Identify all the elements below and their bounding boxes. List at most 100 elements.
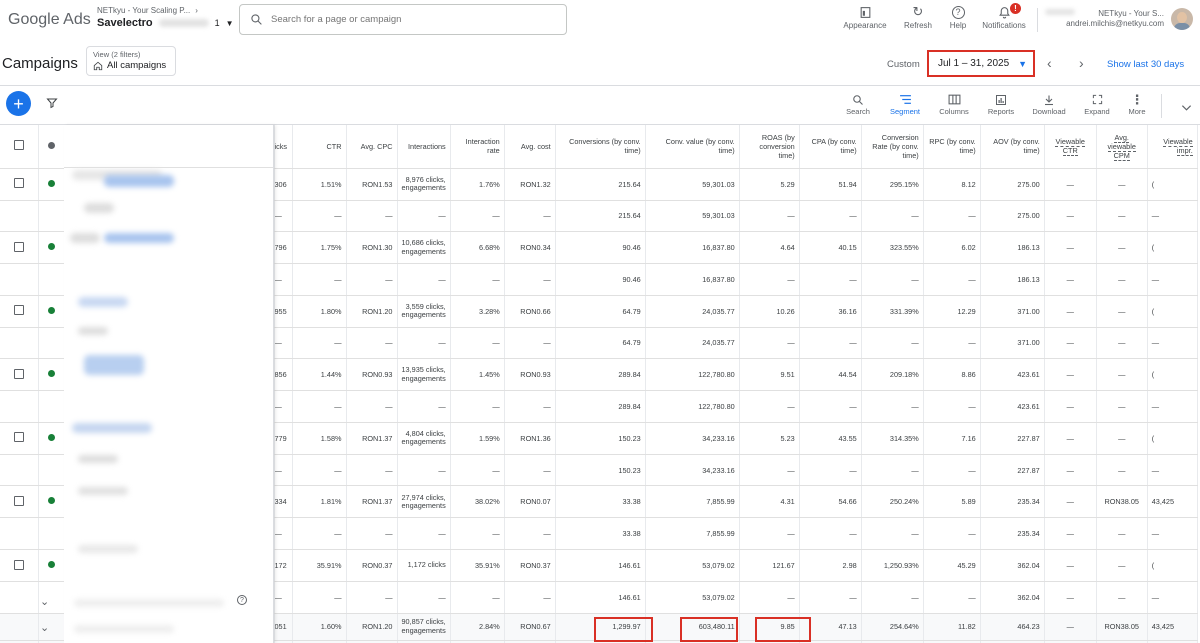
conversions-cell: 33.38: [555, 517, 646, 551]
notifications-button[interactable]: Notifications !: [979, 3, 1029, 30]
download-icon: [1043, 92, 1055, 107]
toolbar-download-button[interactable]: Download: [1029, 92, 1069, 116]
chevron-down-icon[interactable]: ⌄: [40, 621, 49, 634]
toolbar-expand-button[interactable]: Expand: [1080, 92, 1114, 116]
filter-button[interactable]: [46, 96, 58, 114]
conv-value-cell: 59,301.03: [645, 200, 740, 233]
rpc-cell: —: [923, 200, 981, 233]
row-checkbox[interactable]: [0, 485, 39, 519]
status-header[interactable]: [38, 125, 65, 169]
interactions-cell: 90,857 clicks, engagements: [397, 613, 451, 641]
toolbar-segment-button[interactable]: Segment: [886, 92, 924, 116]
viewable-impr-header[interactable]: Viewable impr.: [1147, 125, 1198, 169]
clicks-cell: —: [274, 517, 293, 551]
user-email: andrei.milchis@netkyu.com: [1066, 19, 1164, 28]
avg-cost-cell: —: [504, 200, 556, 233]
redacted-name: [72, 423, 152, 433]
status-enabled-dot[interactable]: [38, 422, 65, 455]
add-campaign-button[interactable]: +: [6, 91, 31, 116]
conversions-header[interactable]: Conversions (by conv. time): [555, 125, 646, 169]
cpa-cell: —: [799, 390, 862, 423]
toolbar-more-button[interactable]: ⋮ More: [1123, 91, 1151, 117]
cpa-cell: —: [799, 517, 862, 551]
interaction-rate-header[interactable]: Interaction rate: [450, 125, 505, 169]
select-all-checkbox[interactable]: [0, 125, 39, 169]
status-cell: [38, 454, 65, 487]
status-enabled-dot[interactable]: [38, 231, 65, 265]
interactions-header[interactable]: Interactions: [397, 125, 451, 169]
date-range-picker[interactable]: Jul 1 – 31, 2025 ▼: [927, 50, 1035, 77]
plus-icon: +: [13, 93, 24, 114]
interactions-cell: —: [397, 327, 451, 360]
row-checkbox[interactable]: [0, 358, 39, 392]
avg-viewable-cpm-cell: —: [1096, 327, 1148, 360]
status-enabled-dot[interactable]: [38, 485, 65, 519]
clicks-header[interactable]: icks: [274, 125, 293, 169]
avg-cost-cell: —: [504, 390, 556, 423]
toolbar-reports-button[interactable]: Reports: [983, 92, 1019, 116]
cpa-header[interactable]: CPA (by conv. time): [799, 125, 862, 169]
interactions-cell: —: [397, 454, 451, 487]
previous-period-button[interactable]: ‹: [1047, 55, 1052, 71]
status-enabled-dot[interactable]: [38, 358, 65, 392]
user-account-info[interactable]: NETkyu - Your S... andrei.milchis@netkyu…: [1045, 9, 1164, 28]
roas-cell: 5.29: [739, 168, 800, 201]
refresh-button[interactable]: ↻ Refresh: [900, 3, 936, 30]
roas-header[interactable]: ROAS (by conversion time): [739, 125, 800, 169]
avatar[interactable]: [1171, 8, 1193, 30]
row-checkbox[interactable]: [0, 549, 39, 583]
aov-cell: 464.23: [980, 613, 1045, 641]
viewable-impr-cell: (: [1147, 168, 1198, 201]
next-period-button[interactable]: ›: [1079, 55, 1084, 71]
help-button[interactable]: ? Help: [944, 3, 972, 30]
clicks-cell: 796: [274, 231, 293, 265]
redacted-name: [78, 487, 128, 495]
viewable-impr-cell: (: [1147, 231, 1198, 265]
avg-viewable-cpm-cell: —: [1096, 295, 1148, 328]
avg-viewable-cpm-cell: —: [1096, 454, 1148, 487]
row-checkbox[interactable]: [0, 422, 39, 455]
viewable-impr-cell: (: [1147, 549, 1198, 583]
row-checkbox[interactable]: [0, 295, 39, 328]
chevron-down-icon[interactable]: ⌄: [40, 595, 49, 608]
status-enabled-dot[interactable]: [38, 168, 65, 201]
interaction-rate-cell: 38.02%: [450, 485, 505, 519]
help-icon[interactable]: ?: [237, 595, 247, 605]
interactions-cell: —: [397, 581, 451, 614]
conv-value-header[interactable]: Conv. value (by conv. time): [645, 125, 740, 169]
status-enabled-dot[interactable]: [38, 549, 65, 583]
conversion-rate-cell: 314.35%: [861, 422, 924, 455]
status-enabled-dot[interactable]: [38, 295, 65, 328]
toolbar-columns-button[interactable]: Columns: [935, 92, 973, 116]
show-last-30-days-link[interactable]: Show last 30 days: [1107, 59, 1184, 70]
rpc-header[interactable]: RPC (by conv. time): [923, 125, 981, 169]
aov-header[interactable]: AOV (by conv. time): [980, 125, 1045, 169]
search-bar[interactable]: [239, 4, 567, 35]
clicks-cell: —: [274, 454, 293, 487]
avg-cost-header[interactable]: Avg. cost: [504, 125, 556, 169]
more-icon: ⋮: [1130, 91, 1144, 107]
conversion-rate-header[interactable]: Conversion Rate (by conv. time): [861, 125, 924, 169]
account-switcher[interactable]: NETkyu - Your Scaling P... › Savelectro 1 ▼: [97, 6, 234, 29]
interactions-cell: 1,172 clicks: [397, 549, 451, 583]
search-input[interactable]: [271, 14, 551, 25]
appearance-button[interactable]: Appearance: [842, 3, 888, 30]
interactions-cell: —: [397, 390, 451, 423]
avg-viewable-cpm-cell: —: [1096, 358, 1148, 392]
rpc-cell: 8.12: [923, 168, 981, 201]
avg-viewable-cpm-header[interactable]: Avg. viewable CPM: [1096, 125, 1148, 169]
avg-cpc-cell: RON1.37: [346, 422, 398, 455]
row-checkbox[interactable]: [0, 231, 39, 265]
ctr-header[interactable]: CTR: [292, 125, 347, 169]
row-checkbox[interactable]: [0, 168, 39, 201]
avg-cpc-cell: RON1.37: [346, 485, 398, 519]
toolbar-search-button[interactable]: Search: [841, 92, 875, 116]
viewable-ctr-cell: —: [1044, 295, 1097, 328]
avg-cpc-cell: RON0.37: [346, 549, 398, 583]
google-ads-logo[interactable]: Google Ads: [8, 11, 91, 29]
viewable-ctr-cell: —: [1044, 549, 1097, 583]
collapse-toolbar-button[interactable]: [1181, 99, 1192, 117]
avg-cpc-header[interactable]: Avg. CPC: [346, 125, 398, 169]
view-selector[interactable]: View (2 filters) All campaigns: [86, 46, 176, 76]
viewable-ctr-header[interactable]: Viewable CTR: [1044, 125, 1097, 169]
